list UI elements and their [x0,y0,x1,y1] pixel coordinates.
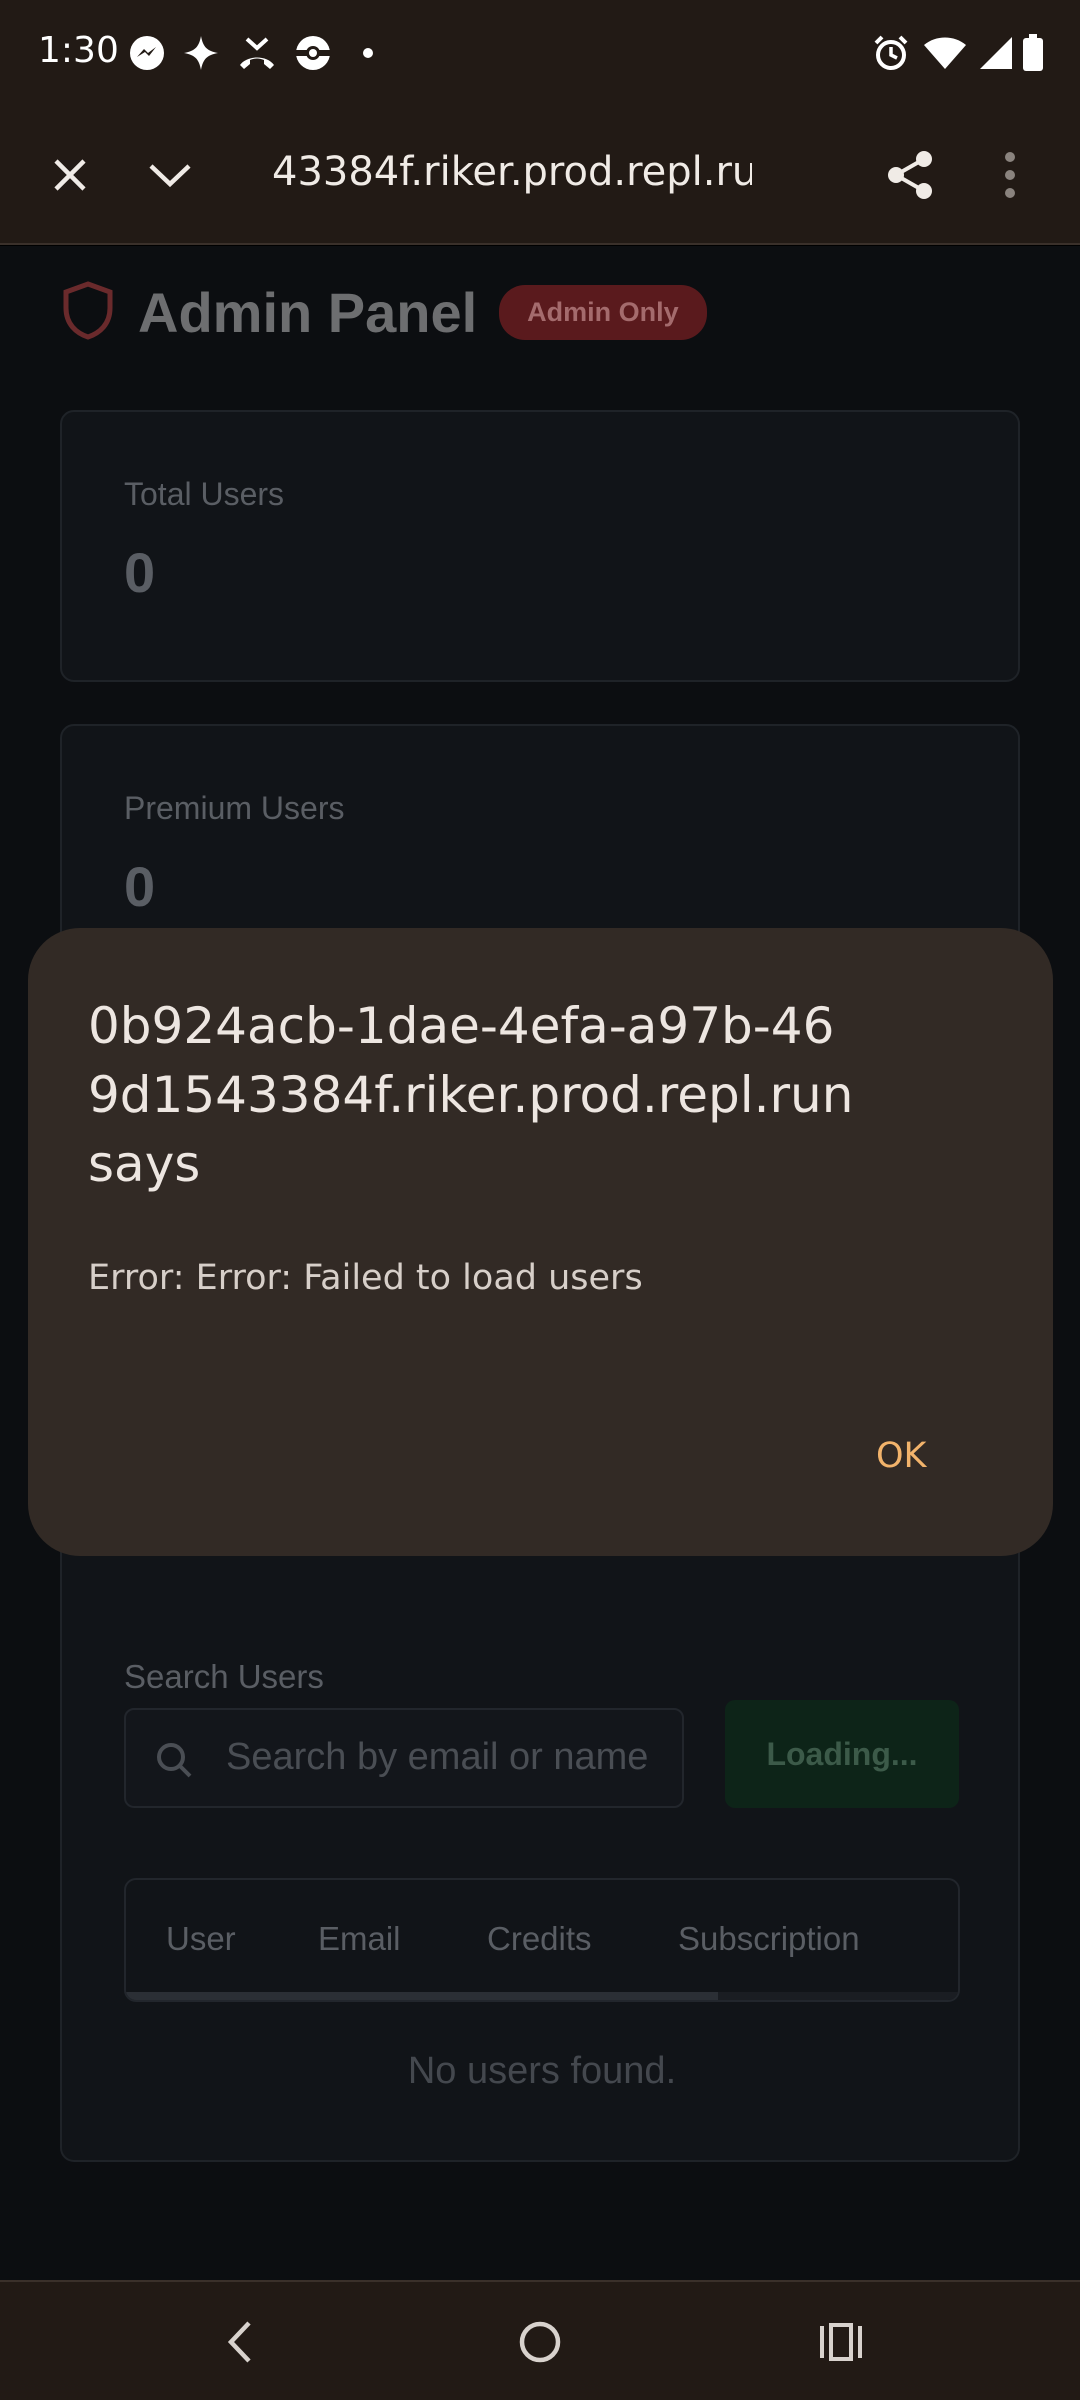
dialog-title-line: says [88,1135,201,1193]
ok-button[interactable]: OK [876,1436,927,1476]
missed-call-icon [236,32,278,74]
battery-icon [1018,32,1048,74]
home-icon[interactable] [505,2310,575,2374]
empty-state: No users found. [407,2050,677,2092]
page-title: Admin Panel [138,281,478,344]
signal-icon [976,32,1016,74]
dialog-title-line: 0b924acb-1dae-4efa-a97b-46 [88,997,835,1055]
dialog-title-line: 9d1543384f.riker.prod.repl.run [88,1066,854,1124]
browser-toolbar: 43384f.riker.prod.repl.run [0,105,1080,245]
recents-icon[interactable] [806,2310,876,2374]
dot-icon [358,32,378,74]
status-time: 1:30 [38,30,119,71]
premium-users-label: Premium Users [124,790,345,826]
status-bar: 1:30 [0,0,1080,105]
column-email[interactable]: Email [318,1920,401,1958]
more-vert-icon[interactable] [980,143,1040,207]
page-header: Admin Panel Admin Only [60,280,707,345]
users-table: User Email Credits Subscription [124,1878,960,2002]
dialog-title: 0b924acb-1dae-4efa-a97b-46 9d1543384f.ri… [88,992,988,1199]
admin-only-badge: Admin Only [499,285,707,340]
search-button[interactable]: Loading... [725,1700,959,1808]
close-icon[interactable] [40,145,100,205]
alert-dialog: 0b924acb-1dae-4efa-a97b-46 9d1543384f.ri… [28,928,1053,1556]
table-scrollbar-thumb[interactable] [126,1992,718,2000]
messenger-icon [126,32,168,74]
pokeball-icon [292,32,334,74]
url-display[interactable]: 43384f.riker.prod.repl.run [272,149,752,195]
total-users-label: Total Users [124,476,285,512]
search-placeholder: Search by email or name [226,1736,649,1778]
column-user[interactable]: User [166,1920,236,1958]
search-input[interactable]: Search by email or name [124,1708,684,1808]
premium-users-value: 0 [124,855,156,918]
wifi-icon [922,32,968,74]
column-credits[interactable]: Credits [487,1920,592,1958]
system-nav-bar [0,2280,1080,2400]
back-icon[interactable] [205,2310,275,2374]
search-users-label: Search Users [124,1658,324,1695]
shield-icon [60,280,116,345]
total-users-value: 0 [124,541,156,604]
sparkle-icon [180,32,222,74]
share-icon[interactable] [878,143,942,207]
alarm-icon [870,32,912,74]
search-icon [154,1740,194,1785]
chevron-down-icon[interactable] [140,145,200,205]
dialog-message: Error: Error: Failed to load users [88,1258,643,1298]
column-subscription[interactable]: Subscription [678,1920,860,1958]
total-users-card: Total Users 0 [60,410,1020,682]
